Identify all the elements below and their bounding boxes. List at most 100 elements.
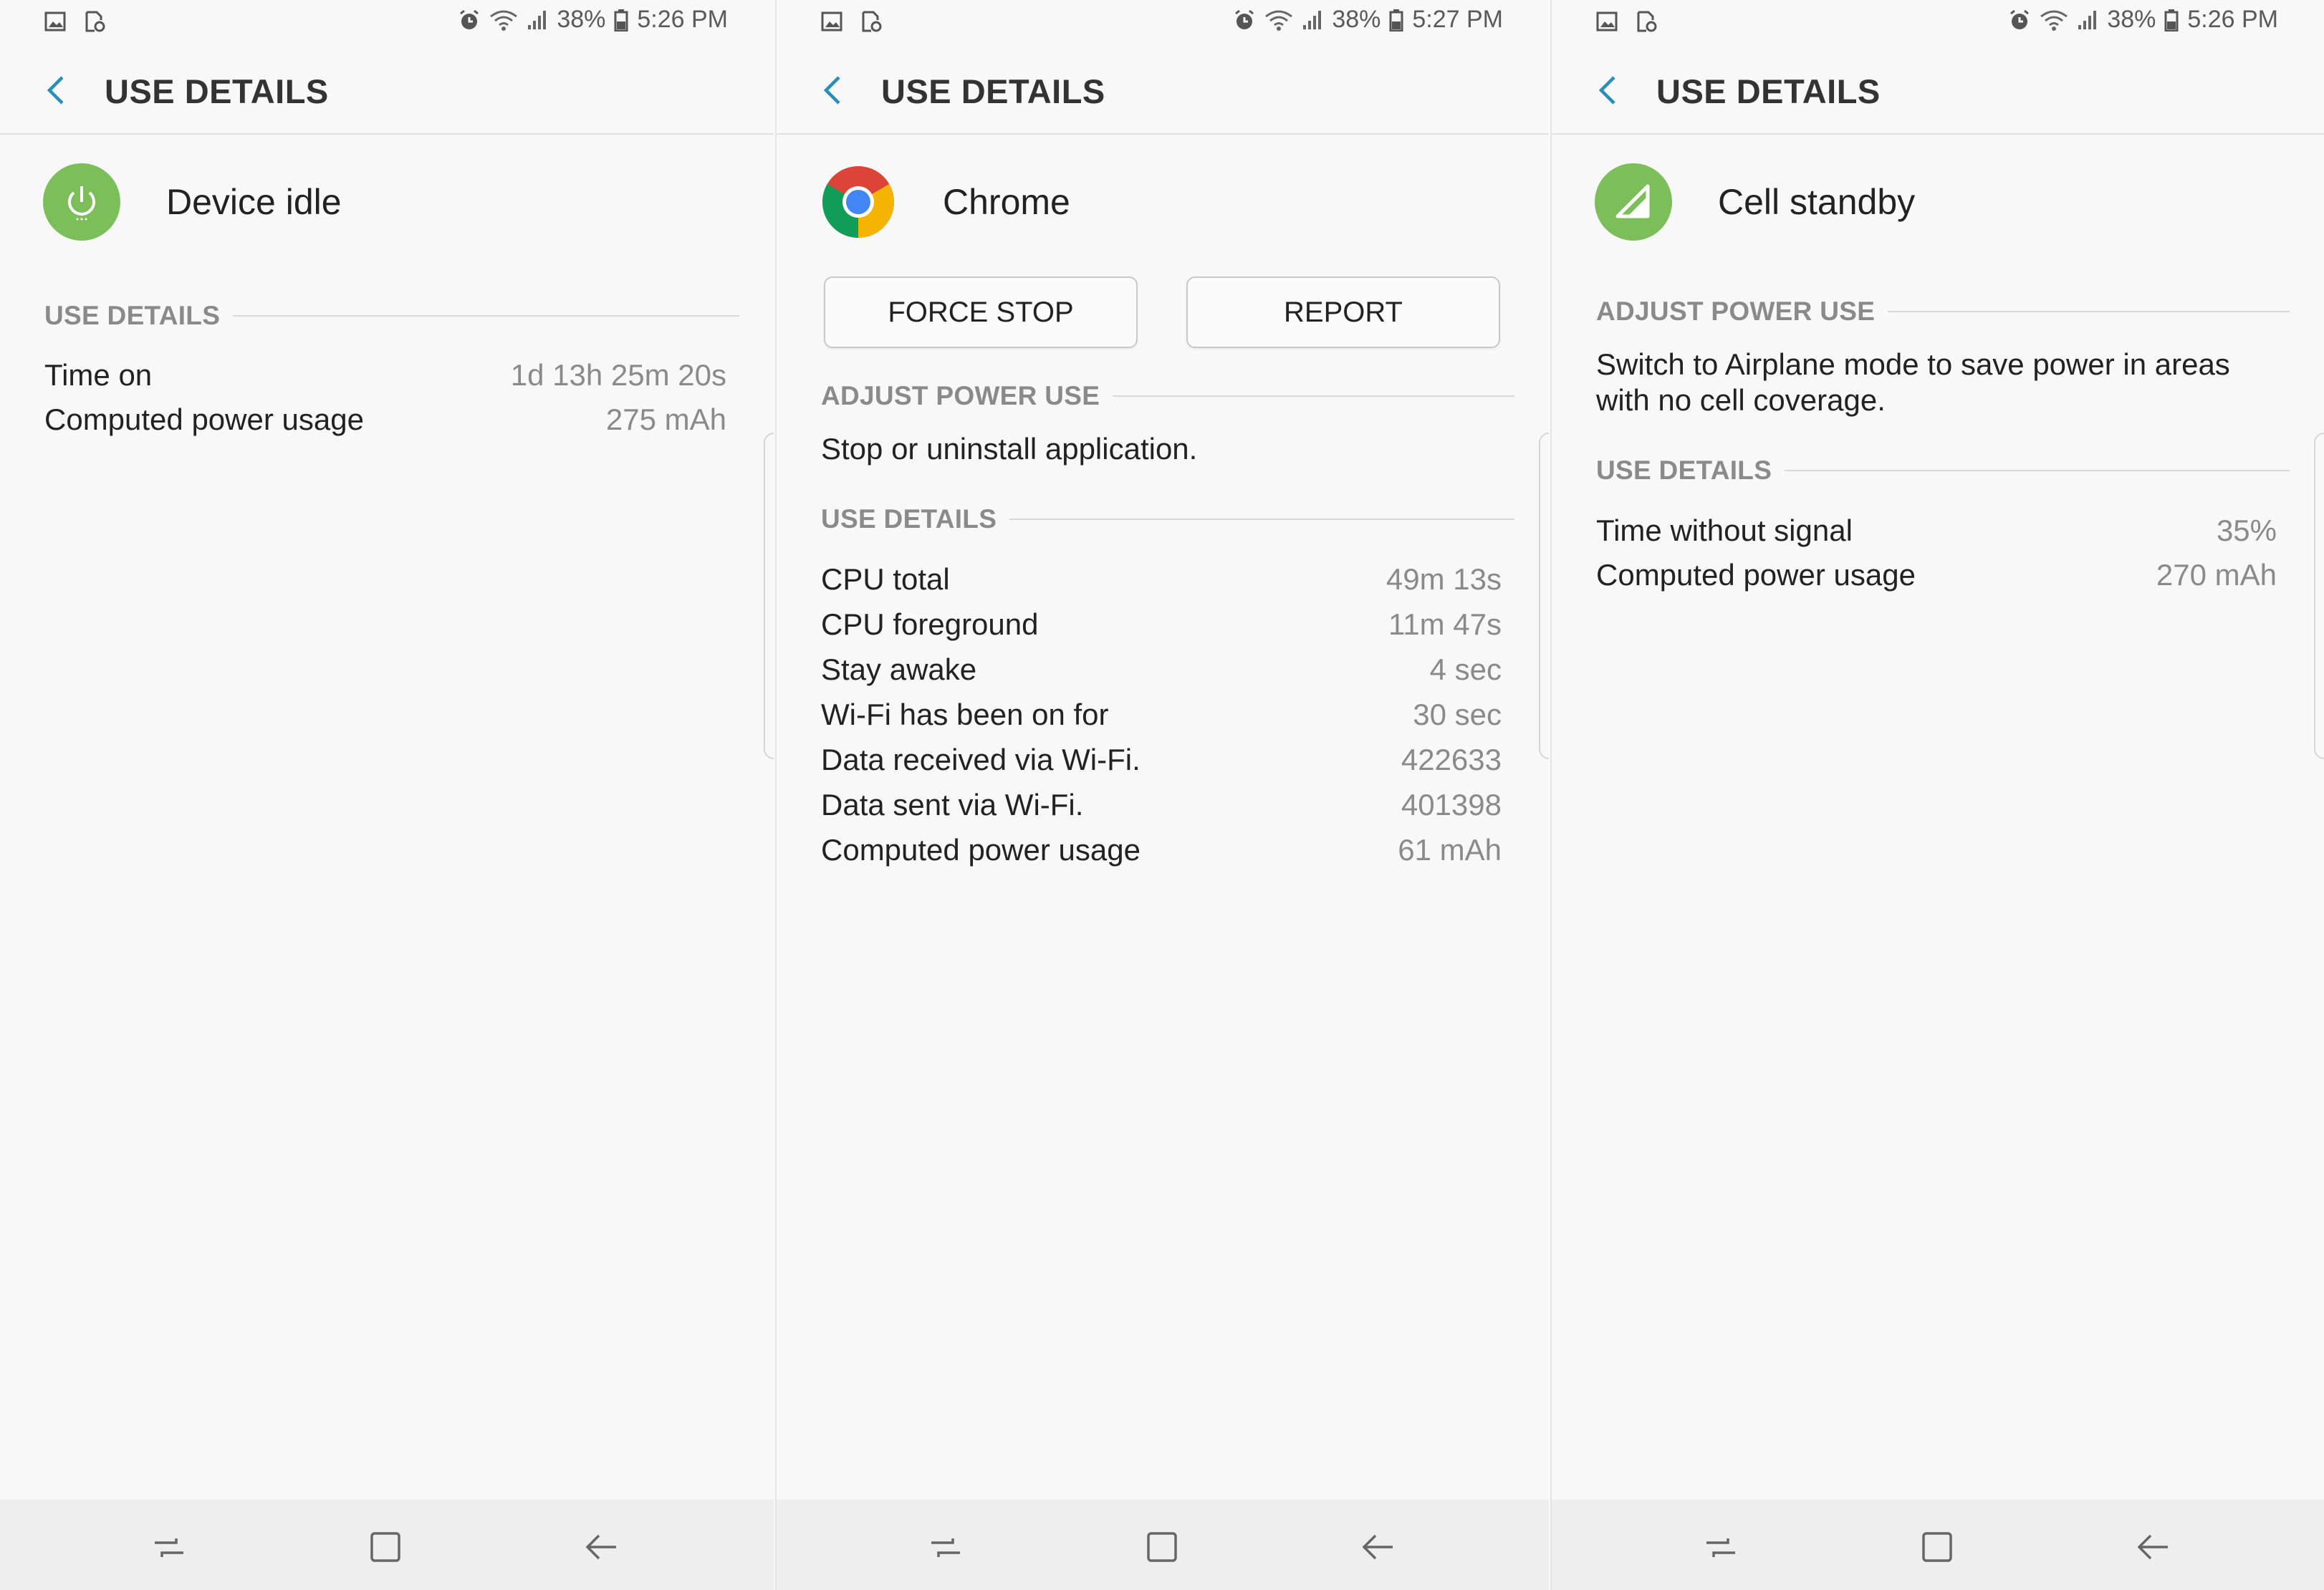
nav-back-button[interactable]	[1357, 1527, 1400, 1567]
back-button[interactable]	[812, 70, 853, 110]
row-value: 30 sec	[1413, 698, 1502, 731]
section-label: USE DETAILS	[1596, 456, 1772, 485]
status-bar: 38% 5:27 PM	[777, 0, 1549, 46]
signal-icon	[527, 9, 548, 31]
adjust-power-text: Stop or uninstall application.	[821, 432, 1198, 466]
force-stop-button[interactable]: FORCE STOP	[824, 276, 1138, 348]
nav-back-button[interactable]	[2132, 1527, 2175, 1567]
back-arrow-icon	[1362, 1534, 1393, 1560]
chevron-left-icon	[1598, 76, 1615, 105]
panel-chrome: 38% 5:27 PM USE DETAILS Chrome FORCE STO…	[775, 0, 1549, 1590]
edge-panel-handle[interactable]	[1539, 433, 1549, 759]
chevron-left-icon	[47, 76, 64, 105]
home-button[interactable]	[1916, 1527, 1959, 1567]
adjust-power-header: ADJUST POWER USE	[821, 378, 1514, 414]
alarm-icon	[458, 9, 481, 32]
row-value: 401398	[1401, 788, 1502, 822]
home-button[interactable]	[1141, 1527, 1183, 1567]
use-details-header: USE DETAILS	[44, 298, 739, 334]
entity-name: Chrome	[943, 182, 1070, 222]
panel-device-idle: 38% 5:26 PM USE DETAILS Device idle USE …	[0, 0, 774, 1590]
row-label: Time without signal	[1596, 514, 1853, 547]
gallery-icon	[1596, 11, 1619, 36]
adjust-power-header: ADJUST POWER USE	[1596, 294, 2290, 329]
adjust-power-text-line: Switch to Airplane mode to save power in…	[1596, 347, 2230, 381]
action-buttons: FORCE STOP REPORT	[824, 276, 1500, 348]
row-label: Data sent via Wi-Fi.	[821, 788, 1084, 822]
file-settings-icon	[1636, 10, 1658, 37]
back-button[interactable]	[36, 70, 76, 110]
gallery-icon	[821, 11, 844, 36]
section-label: USE DETAILS	[821, 504, 997, 534]
row-label: CPU total	[821, 562, 950, 596]
row-label: Wi-Fi has been on for	[821, 698, 1109, 731]
row-value: 275 mAh	[605, 403, 726, 436]
battery-icon	[2164, 9, 2179, 32]
section-label: ADJUST POWER USE	[1596, 297, 1876, 326]
app-bar: USE DETAILS	[1552, 46, 2324, 135]
detail-row: CPU total 49m 13s	[821, 557, 1502, 602]
detail-row: CPU foreground 11m 47s	[821, 602, 1502, 647]
adjust-power-text: Switch to Airplane mode to save power in…	[1596, 347, 2284, 418]
detail-row: Stay awake 4 sec	[821, 647, 1502, 692]
adjust-power-text-line: with no cell coverage.	[1596, 383, 1886, 417]
gallery-icon	[44, 11, 67, 36]
use-details-header: USE DETAILS	[1596, 453, 2290, 488]
battery-percent: 38%	[557, 6, 606, 33]
detail-row: Computed power usage 61 mAh	[821, 828, 1502, 872]
recent-apps-icon	[931, 1538, 960, 1557]
app-bar: USE DETAILS	[777, 46, 1549, 135]
recent-apps-button[interactable]	[1699, 1527, 1742, 1567]
page-title: USE DETAILS	[105, 72, 329, 110]
chrome-icon	[820, 163, 897, 241]
detail-row: Time without signal 35%	[1596, 509, 2277, 553]
chevron-left-icon	[823, 76, 840, 105]
alarm-icon	[2008, 9, 2031, 32]
status-bar: 38% 5:26 PM	[0, 0, 774, 46]
nav-back-button[interactable]	[580, 1527, 623, 1567]
recent-apps-icon	[1706, 1538, 1735, 1557]
row-value: 11m 47s	[1388, 607, 1502, 641]
file-settings-icon	[861, 10, 883, 37]
recent-apps-button[interactable]	[924, 1527, 967, 1567]
row-label: Data received via Wi-Fi.	[821, 743, 1141, 776]
row-value: 61 mAh	[1398, 833, 1502, 867]
battery-percent: 38%	[1332, 6, 1381, 33]
back-button[interactable]	[1588, 70, 1628, 110]
section-label: ADJUST POWER USE	[821, 381, 1100, 410]
report-button[interactable]: REPORT	[1186, 276, 1500, 348]
battery-icon	[1389, 9, 1403, 32]
wifi-icon	[489, 9, 518, 31]
recent-apps-button[interactable]	[148, 1527, 191, 1567]
alarm-icon	[1233, 9, 1256, 32]
nav-bar	[1552, 1500, 2324, 1590]
cell-signal-icon	[1595, 163, 1672, 241]
home-button[interactable]	[364, 1527, 407, 1567]
entity-name: Device idle	[166, 182, 342, 222]
row-value: 35%	[2216, 514, 2277, 547]
home-icon	[370, 1532, 400, 1562]
use-details-header: USE DETAILS	[821, 501, 1514, 537]
edge-panel-handle[interactable]	[2314, 433, 2324, 759]
battery-percent: 38%	[2107, 6, 2156, 33]
entity-header: Device idle	[43, 159, 342, 245]
home-icon	[1147, 1532, 1177, 1562]
home-icon	[1922, 1532, 1952, 1562]
status-time: 5:26 PM	[637, 6, 728, 33]
row-value: 270 mAh	[2156, 558, 2277, 592]
entity-header: Chrome	[820, 159, 1070, 245]
page-title: USE DETAILS	[881, 72, 1105, 110]
signal-icon	[1302, 9, 1323, 31]
edge-panel-handle[interactable]	[764, 433, 774, 759]
panel-cell-standby: 38% 5:26 PM USE DETAILS Cell standby ADJ…	[1550, 0, 2324, 1590]
row-label: CPU foreground	[821, 607, 1039, 641]
battery-icon	[614, 9, 628, 32]
file-settings-icon	[85, 10, 106, 37]
detail-row: Data received via Wi-Fi. 422633	[821, 738, 1502, 782]
divider	[233, 315, 739, 317]
row-label: Computed power usage	[821, 833, 1141, 867]
row-value: 422633	[1401, 743, 1502, 776]
power-icon	[43, 163, 120, 241]
divider	[1009, 519, 1514, 520]
section-label: USE DETAILS	[44, 301, 221, 330]
